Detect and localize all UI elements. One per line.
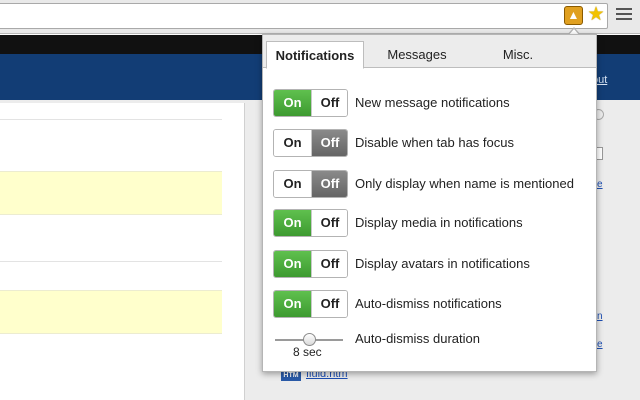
setting-label: Only display when name is mentioned — [355, 176, 574, 191]
star-icon[interactable]: ★ — [586, 4, 606, 26]
toggle-on-segment[interactable]: On — [274, 210, 311, 236]
disable-when-focused-toggle[interactable]: On Off — [273, 129, 348, 157]
display-media-toggle[interactable]: On Off — [273, 209, 348, 237]
setting-label: Auto-dismiss notifications — [355, 296, 502, 311]
duration-value: 8 sec — [293, 345, 322, 359]
tab-notifications[interactable]: Notifications — [266, 41, 364, 69]
setting-label: Display avatars in notifications — [355, 256, 530, 271]
toggle-off-segment[interactable]: Off — [311, 251, 347, 277]
tab-misc[interactable]: Misc. — [473, 41, 563, 69]
background-link[interactable]: n — [597, 311, 603, 322]
flame-extension-icon[interactable]: ▲ — [564, 6, 583, 25]
toggle-off-segment[interactable]: Off — [311, 171, 347, 197]
toggle-off-segment[interactable]: Off — [311, 130, 347, 156]
notification-settings-popup: Notifications Messages Misc. On Off New … — [262, 34, 597, 372]
toggle-on-segment[interactable]: On — [274, 130, 311, 156]
list-divider — [0, 261, 222, 262]
toggle-on-segment[interactable]: On — [274, 251, 311, 277]
list-divider — [0, 119, 222, 120]
display-avatars-toggle[interactable]: On Off — [273, 250, 348, 278]
toggle-off-segment[interactable]: Off — [311, 210, 347, 236]
background-link[interactable]: e — [597, 339, 603, 350]
browser-toolbar: ▲ ★ — [0, 0, 640, 34]
background-link[interactable]: e — [597, 179, 603, 190]
toggle-off-segment[interactable]: Off — [311, 291, 347, 317]
hamburger-menu-icon[interactable] — [616, 8, 632, 24]
tab-messages[interactable]: Messages — [369, 41, 465, 69]
setting-label: Display media in notifications — [355, 215, 523, 230]
highlighted-row — [0, 290, 222, 334]
toggle-off-segment[interactable]: Off — [311, 90, 347, 116]
only-when-mentioned-toggle[interactable]: On Off — [273, 170, 348, 198]
new-message-notifications-toggle[interactable]: On Off — [273, 89, 348, 117]
setting-label: Disable when tab has focus — [355, 135, 514, 150]
duration-label: Auto-dismiss duration — [355, 331, 480, 346]
toggle-on-segment[interactable]: On — [274, 171, 311, 197]
auto-dismiss-toggle[interactable]: On Off — [273, 290, 348, 318]
toggle-on-segment[interactable]: On — [274, 90, 311, 116]
message-list-panel — [0, 103, 245, 400]
highlighted-row — [0, 171, 222, 215]
toggle-on-segment[interactable]: On — [274, 291, 311, 317]
setting-label: New message notifications — [355, 95, 510, 110]
tab-bar: Notifications Messages Misc. — [263, 35, 596, 69]
address-bar[interactable] — [0, 3, 608, 29]
